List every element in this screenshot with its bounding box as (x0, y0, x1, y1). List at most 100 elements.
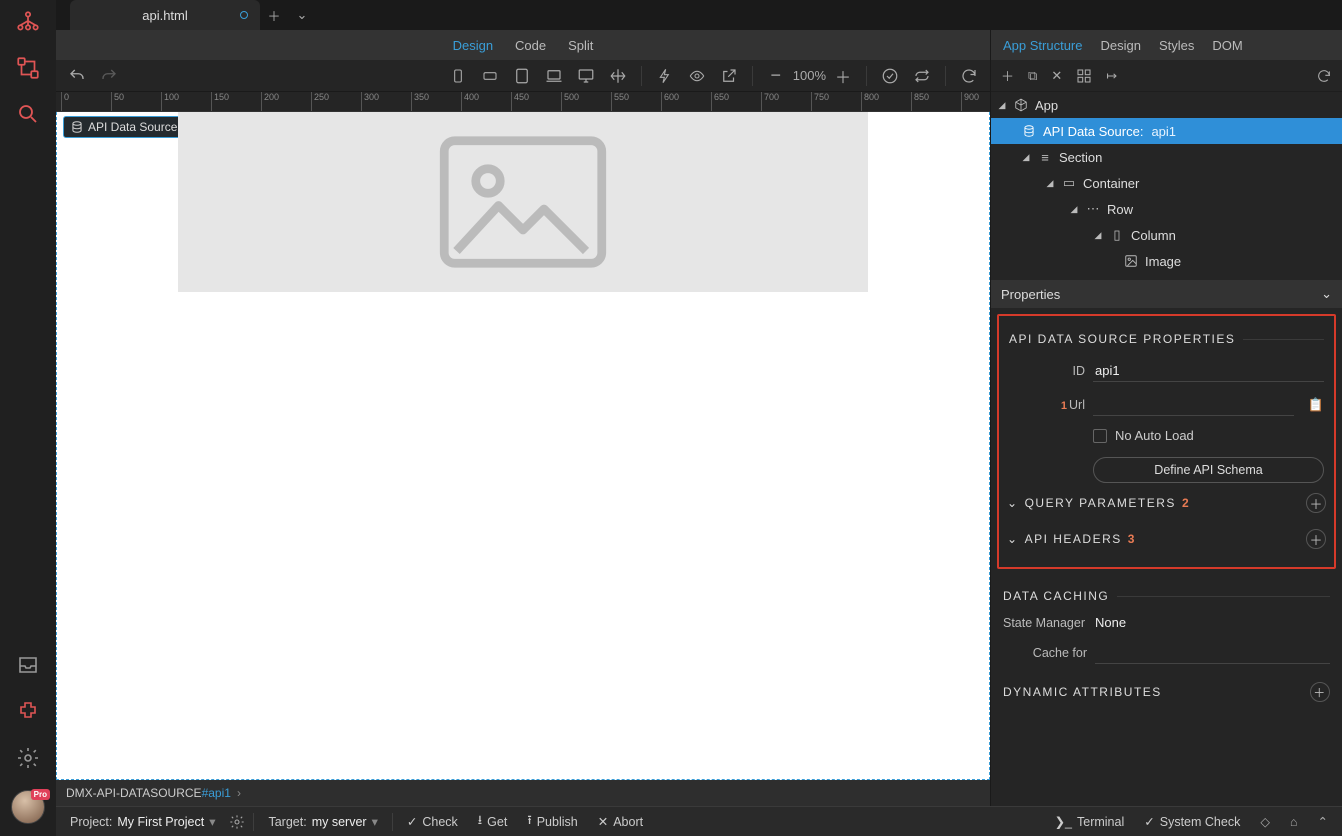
device-desktop-icon[interactable] (575, 65, 597, 87)
define-schema-button[interactable]: Define API Schema (1093, 457, 1324, 483)
project-settings-icon[interactable] (229, 814, 245, 830)
tree-app[interactable]: ◢App (991, 92, 1342, 118)
refresh-tree-button[interactable] (1316, 68, 1332, 84)
preview-icon[interactable] (686, 65, 708, 87)
right-panel: App Structure Design Styles DOM ＋ ⧉ ✕ ↦ … (990, 30, 1342, 806)
props-title: API DATA SOURCE PROPERTIES (1005, 322, 1328, 354)
design-toolbar: − 100% ＋ (56, 60, 990, 92)
view-code[interactable]: Code (515, 38, 546, 53)
breadcrumb-bar: DMX-API-DATASOURCE#api1 › (56, 780, 990, 806)
chevron-down-icon: ⌄ (1007, 496, 1019, 510)
device-tablet-icon[interactable] (511, 65, 533, 87)
design-canvas[interactable]: API Data Source: api1 ⇡ ⇣ ❐ ✕ (56, 112, 990, 780)
state-manager-row: State Manager None (991, 609, 1342, 636)
properties-header[interactable]: Properties ⌄ (991, 280, 1342, 308)
tab-design[interactable]: Design (1101, 38, 1141, 53)
pro-badge: Pro (31, 789, 50, 800)
selection-label: API Data Source: (88, 120, 181, 134)
layout-button[interactable] (1076, 68, 1092, 84)
device-mobile-icon[interactable] (447, 65, 469, 87)
tree-column[interactable]: ◢▯Column (991, 222, 1342, 248)
move-right-button[interactable]: ↦ (1106, 68, 1117, 84)
field-id: ID (1005, 354, 1328, 388)
view-split[interactable]: Split (568, 38, 593, 53)
device-laptop-icon[interactable] (543, 65, 565, 87)
query-parameters-section[interactable]: ⌄QUERY PARAMETERS2 ＋ (1005, 485, 1328, 521)
terminal-button[interactable]: ❯_ Terminal (1049, 814, 1131, 829)
device-responsive-icon[interactable] (607, 65, 629, 87)
tree-container[interactable]: ◢▭Container (991, 170, 1342, 196)
horizontal-ruler: 0501001502002503003504004505005506006507… (56, 92, 990, 112)
tab-bar: api.html ＋ ⌄ (56, 0, 1342, 30)
remove-button[interactable]: ✕ (1051, 68, 1062, 84)
tab-filename: api.html (142, 8, 188, 23)
refresh-icon[interactable] (958, 65, 980, 87)
check-button[interactable]: ✓ Check (401, 814, 464, 829)
database-icon (70, 120, 84, 134)
add-dyn-attr-button[interactable]: ＋ (1310, 682, 1330, 702)
publish-button[interactable]: ⭱ Publish (521, 811, 583, 832)
collapse-panel-icon[interactable]: ⌃ (1312, 814, 1334, 829)
add-element-button[interactable]: ＋ (1001, 66, 1014, 85)
highlighted-properties: API DATA SOURCE PROPERTIES ID 1Url 📋 (997, 314, 1336, 569)
data-caching-title: DATA CACHING (991, 575, 1342, 609)
id-input[interactable] (1093, 360, 1324, 382)
view-mode-bar: Design Code Split (56, 30, 990, 60)
get-button[interactable]: ⭳ Get (472, 811, 514, 832)
workflow-icon[interactable] (14, 54, 42, 82)
open-browser-icon[interactable] (718, 65, 740, 87)
user-avatar[interactable]: Pro (11, 790, 45, 824)
chevron-down-icon: ⌄ (1007, 532, 1019, 546)
flash-icon[interactable] (654, 65, 676, 87)
notifications-icon[interactable]: ◇ (1254, 814, 1276, 829)
clipboard-icon[interactable]: 📋 (1308, 397, 1324, 413)
tree-api-data-source[interactable]: API Data Source:api1 (991, 118, 1342, 144)
image-placeholder (178, 112, 868, 292)
zoom-in-button[interactable]: ＋ (832, 65, 854, 87)
bug-icon[interactable]: ⌂ (1284, 815, 1304, 829)
state-manager-value[interactable]: None (1095, 615, 1126, 630)
target-selector[interactable]: Target: my server ▾ (262, 814, 383, 829)
project-selector[interactable]: Project: My First Project ▾ (64, 814, 221, 829)
chevron-down-icon: ⌄ (1321, 286, 1332, 302)
cache-for-input[interactable] (1095, 642, 1330, 664)
tree-section[interactable]: ◢≡Section (991, 144, 1342, 170)
new-tab-button[interactable]: ＋ (260, 0, 288, 30)
validate-icon[interactable] (879, 65, 901, 87)
tree-image[interactable]: Image (991, 248, 1342, 274)
copy-button[interactable]: ⧉ (1028, 68, 1037, 84)
tab-app-structure[interactable]: App Structure (1003, 38, 1083, 53)
sync-icon[interactable] (911, 65, 933, 87)
dynamic-attributes-section[interactable]: DYNAMIC ATTRIBUTES ＋ (991, 670, 1342, 714)
api-headers-section[interactable]: ⌄API HEADERS3 ＋ (1005, 521, 1328, 557)
checkbox-icon (1093, 429, 1107, 443)
breadcrumb-id[interactable]: #api1 (202, 786, 231, 800)
tab-styles[interactable]: Styles (1159, 38, 1194, 53)
system-check-button[interactable]: ✓ System Check (1138, 814, 1246, 829)
url-input[interactable] (1093, 394, 1294, 416)
zoom-out-button[interactable]: − (765, 65, 787, 87)
activity-bar: Pro (0, 0, 56, 836)
field-url: 1Url 📋 (1005, 388, 1328, 422)
abort-button[interactable]: ✕ Abort (592, 814, 649, 829)
add-header-button[interactable]: ＋ (1306, 529, 1326, 549)
breadcrumb-base[interactable]: DMX-API-DATASOURCE (66, 786, 202, 800)
device-mobile-land-icon[interactable] (479, 65, 501, 87)
search-icon[interactable] (14, 100, 42, 128)
status-bar: Project: My First Project ▾ Target: my s… (56, 806, 1342, 836)
tree-row-node[interactable]: ◢⋯Row (991, 196, 1342, 222)
tab-menu-button[interactable]: ⌄ (288, 0, 316, 30)
redo-button[interactable] (98, 65, 120, 87)
tab-dom[interactable]: DOM (1212, 38, 1242, 53)
chevron-right-icon: › (237, 786, 241, 800)
project-icon[interactable] (14, 8, 42, 36)
extensions-icon[interactable] (14, 698, 42, 726)
add-query-param-button[interactable]: ＋ (1306, 493, 1326, 513)
view-design[interactable]: Design (453, 38, 493, 53)
no-auto-load-checkbox[interactable]: No Auto Load (1005, 422, 1328, 449)
inbox-icon[interactable] (14, 652, 42, 680)
undo-button[interactable] (66, 65, 88, 87)
settings-icon[interactable] (14, 744, 42, 772)
file-tab[interactable]: api.html (70, 0, 260, 30)
structure-toolbar: ＋ ⧉ ✕ ↦ (991, 60, 1342, 92)
